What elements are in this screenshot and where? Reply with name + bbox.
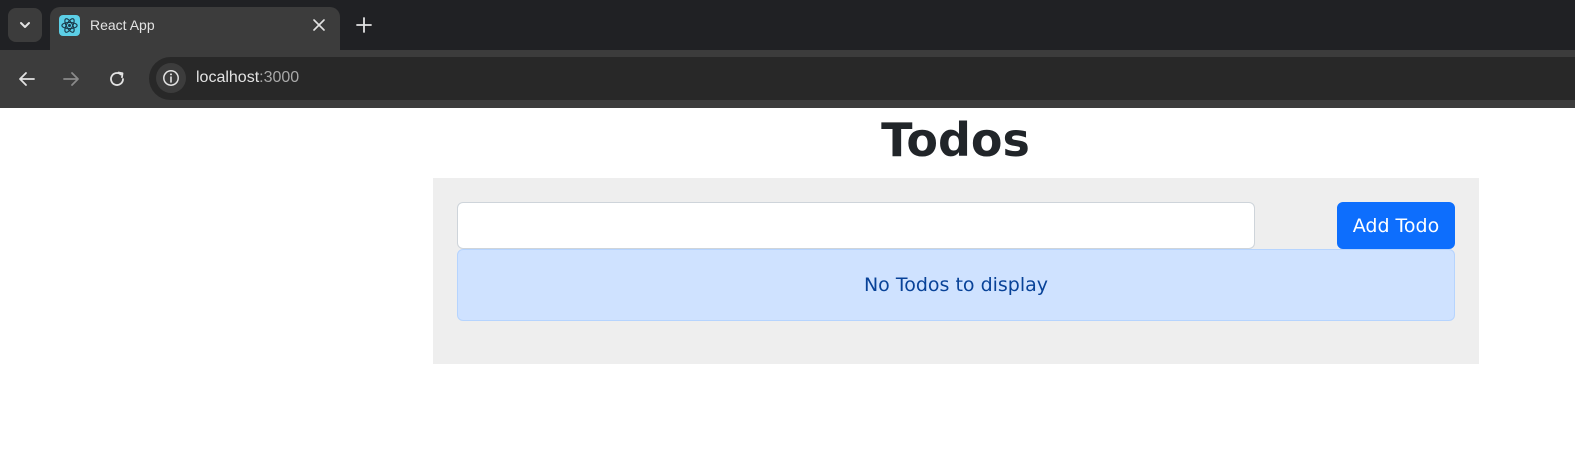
tab-react-app[interactable]: React App — [50, 7, 340, 50]
close-icon — [313, 19, 325, 31]
address-bar[interactable]: localhost:3000 — [149, 57, 1575, 100]
site-info-button[interactable] — [156, 63, 186, 93]
plus-icon — [356, 17, 372, 33]
url-text: localhost:3000 — [196, 69, 299, 87]
browser-tabstrip: React App — [0, 0, 1575, 50]
arrow-right-icon — [63, 72, 79, 86]
todo-panel: Add Todo No Todos to display — [433, 178, 1479, 364]
browser-toolbar: localhost:3000 — [0, 50, 1575, 108]
url-host: localhost — [196, 69, 260, 86]
close-tab-button[interactable] — [310, 16, 328, 34]
chevron-down-icon — [20, 22, 30, 28]
forward-button[interactable] — [58, 66, 84, 92]
tab-title: React App — [90, 17, 155, 33]
empty-todos-alert: No Todos to display — [457, 249, 1455, 321]
page-title: Todos — [881, 113, 1030, 167]
react-logo-icon — [59, 15, 80, 36]
tab-search-button[interactable] — [8, 8, 42, 42]
back-button[interactable] — [14, 66, 40, 92]
new-tab-button[interactable] — [352, 13, 376, 37]
todo-input[interactable] — [457, 202, 1255, 249]
reload-button[interactable] — [104, 66, 130, 92]
reload-icon — [110, 71, 124, 86]
page-content: Todos Add Todo No Todos to display — [0, 108, 1575, 465]
info-icon — [163, 70, 179, 86]
arrow-left-icon — [19, 72, 35, 86]
url-port: :3000 — [259, 69, 300, 86]
add-todo-button[interactable]: Add Todo — [1337, 202, 1455, 249]
